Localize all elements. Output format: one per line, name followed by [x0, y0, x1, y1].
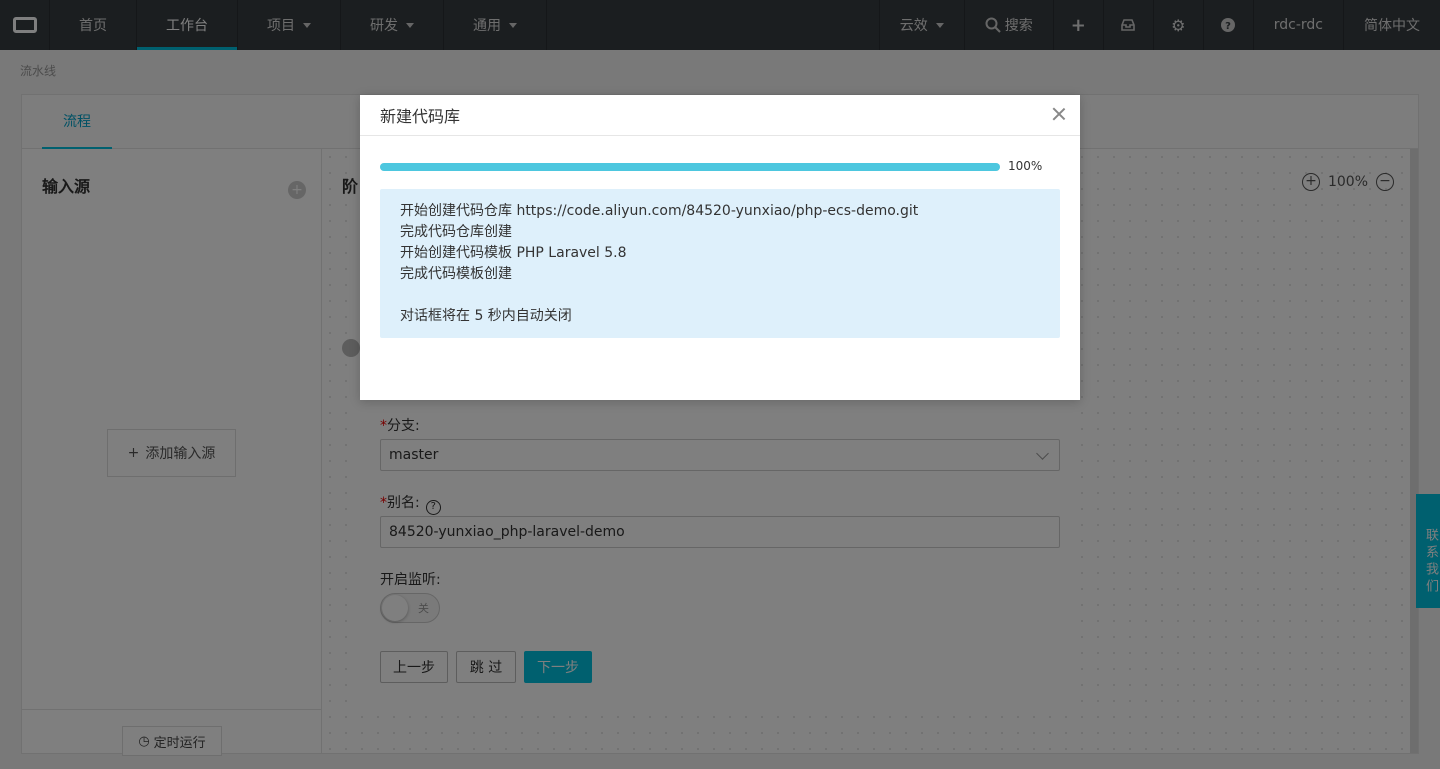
progress-label: 100% — [1008, 159, 1043, 173]
log-line: 开始创建代码仓库 https://code.aliyun.com/84520-y… — [400, 203, 919, 219]
log-box: 开始创建代码仓库 https://code.aliyun.com/84520-y… — [380, 189, 1060, 338]
close-icon[interactable] — [1052, 107, 1066, 121]
dialog-title: 新建代码库 — [360, 95, 1080, 136]
log-line: 完成代码仓库创建 — [400, 224, 512, 240]
create-repo-dialog: 新建代码库 100% 开始创建代码仓库 https://code.aliyun.… — [360, 95, 1080, 400]
progress-fill — [380, 163, 1000, 171]
log-line: 完成代码模板创建 — [400, 266, 512, 282]
progress-bar — [380, 163, 1000, 171]
countdown-text: 对话框将在 5 秒内自动关闭 — [400, 308, 572, 324]
log-line: 开始创建代码模板 PHP Laravel 5.8 — [400, 245, 627, 261]
